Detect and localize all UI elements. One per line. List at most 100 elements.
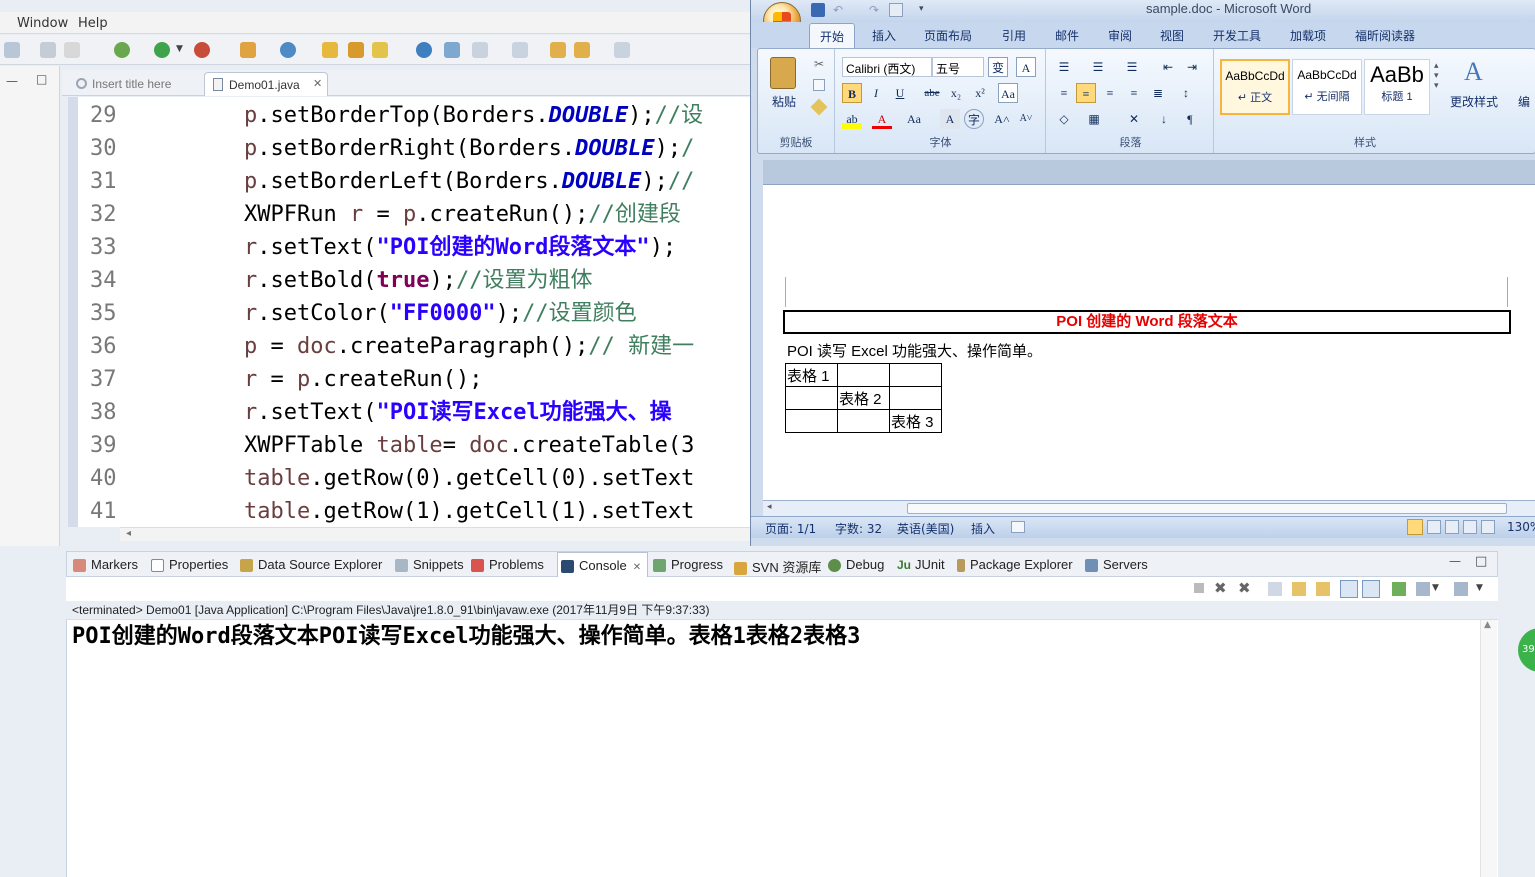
styles-scroll-icon[interactable]: ▴ ▾ ▾ (1434, 61, 1439, 91)
paste-label[interactable]: 粘贴 (772, 93, 796, 110)
code-line[interactable]: r.setText("POI读写Excel功能强大、操 (244, 396, 672, 429)
word-horizontal-scrollbar[interactable]: ◂ (763, 500, 1535, 516)
menu-help[interactable]: Help (78, 16, 108, 31)
red-paragraph[interactable]: POI 创建的 Word 段落文本 (783, 310, 1511, 334)
align-right-icon[interactable]: ≡ (1100, 83, 1120, 103)
grow-font-icon[interactable]: A˄ (992, 109, 1012, 129)
code-line[interactable]: XWPFTable table= doc.createTable(3 (244, 429, 694, 462)
code-line[interactable]: table.getRow(0).getCell(0).setText (244, 462, 694, 495)
line-spacing-icon[interactable]: ↕ (1176, 83, 1196, 103)
redo-icon[interactable]: ↷ (869, 3, 879, 17)
font-name-select[interactable]: Calibri (西文) (842, 57, 932, 77)
numbering-icon[interactable]: ☰ (1088, 57, 1108, 77)
tab-debug[interactable]: Debug (828, 557, 884, 573)
shrink-font-icon[interactable]: A˅ (1016, 109, 1036, 129)
decrease-indent-icon[interactable]: ⇤ (1158, 57, 1178, 77)
table-cell[interactable] (837, 363, 890, 387)
table-cell[interactable] (785, 386, 838, 410)
chinese-layout-icon[interactable]: ✕ (1124, 109, 1144, 129)
globe-icon[interactable] (416, 42, 432, 58)
increase-indent-icon[interactable]: ⇥ (1182, 57, 1202, 77)
back-icon[interactable] (550, 42, 566, 58)
tab-insert-title-here[interactable]: Insert title here (68, 72, 204, 96)
align-center-icon[interactable]: ≡ (1076, 83, 1096, 103)
status-zoom[interactable]: 130% (1507, 520, 1535, 534)
cut-icon[interactable]: ✂ (814, 57, 824, 71)
tab-review[interactable]: 审阅 (1108, 27, 1132, 44)
open-console-dropdown-icon[interactable]: ▼ (1476, 583, 1483, 593)
code-line[interactable]: r.setBold(true);//设置为粗体 (244, 264, 592, 297)
new-class-icon[interactable] (280, 42, 296, 58)
tab-markers[interactable]: Markers (73, 557, 138, 573)
strikethrough-icon[interactable]: abe (922, 83, 942, 103)
change-case-icon[interactable]: Aa (900, 109, 928, 129)
multilevel-list-icon[interactable]: ☰ (1122, 57, 1142, 77)
console-output-area[interactable] (66, 619, 1498, 877)
italic-icon[interactable]: I (866, 83, 886, 103)
second-paragraph[interactable]: POI 读写 Excel 功能强大、操作简单。 (787, 340, 1042, 361)
run-icon[interactable] (154, 42, 170, 58)
enclose-char-icon[interactable]: 字 (964, 109, 984, 129)
page-icon[interactable] (64, 42, 80, 58)
tab-servers[interactable]: Servers (1085, 557, 1148, 573)
code-line[interactable]: p = doc.createParagraph();// 新建一 (244, 330, 694, 363)
show-marks-icon[interactable]: ¶ (1180, 109, 1200, 129)
tab-package-explorer[interactable]: Package Explorer (957, 557, 1073, 573)
bold-icon[interactable]: B (842, 83, 862, 103)
code-editor[interactable]: 29 30 31 32 33 34 35 36 37 38 39 40 41 p.setBorderTo… (68, 97, 758, 527)
sort-icon[interactable]: ↓ (1154, 109, 1174, 129)
tab-properties[interactable]: Properties (151, 557, 228, 573)
display-console-dropdown-icon[interactable]: ▼ (1432, 583, 1439, 593)
console-vertical-scrollbar[interactable]: ▲ (1480, 620, 1497, 877)
table-cell[interactable] (837, 409, 890, 433)
code-line[interactable]: r.setColor("FF0000");//设置颜色 (244, 297, 637, 330)
close-tab-icon[interactable]: ✕ (313, 77, 322, 90)
status-insert-mode[interactable]: 插入 (971, 520, 995, 537)
web-layout-view-icon[interactable] (1445, 520, 1459, 534)
tab-insert[interactable]: 插入 (872, 27, 896, 44)
undo-icon[interactable]: ↶ (833, 3, 843, 17)
shading-icon[interactable]: ◇ (1054, 109, 1074, 129)
minimize-icon[interactable]: — (6, 74, 18, 88)
highlight-icon[interactable]: ab (842, 109, 862, 129)
tab-page-layout[interactable]: 页面布局 (924, 27, 972, 44)
remove-all-icon[interactable]: ✖ (1238, 579, 1251, 597)
code-line[interactable]: table.getRow(1).getCell(1).setText (244, 495, 694, 527)
tab-problems[interactable]: Problems (471, 557, 544, 573)
change-styles-label[interactable]: 更改样式 (1450, 93, 1498, 110)
search-icon[interactable] (372, 42, 388, 58)
macro-record-icon[interactable] (1011, 521, 1025, 533)
char-shading-icon[interactable]: A (940, 109, 960, 129)
bullets-icon[interactable]: ☰ (1054, 57, 1074, 77)
borders-icon[interactable]: ▦ (1084, 109, 1104, 129)
print-layout-view-icon[interactable] (1407, 519, 1423, 535)
clear-format-icon[interactable]: Aa (998, 83, 1018, 103)
document-table[interactable]: 表格 1 表格 2 表格 3 (785, 363, 942, 433)
last-edit-icon[interactable] (512, 42, 528, 58)
editor-horizontal-scrollbar[interactable]: ◂ (120, 527, 760, 541)
outline-view-icon[interactable] (1463, 520, 1477, 534)
open-console-icon[interactable] (1454, 582, 1468, 596)
phonetic-guide-icon[interactable]: 变 (988, 57, 1008, 77)
forward-icon[interactable] (574, 42, 590, 58)
table-cell[interactable] (889, 386, 942, 410)
char-border-icon[interactable]: A (1016, 57, 1036, 77)
print-preview-icon[interactable] (889, 3, 903, 17)
pin-console-icon[interactable] (1392, 582, 1406, 596)
remove-launch-icon[interactable]: ✖ (1214, 579, 1227, 597)
copy-icon[interactable] (813, 79, 825, 91)
table-cell[interactable] (889, 363, 942, 387)
terminate-icon[interactable] (1194, 583, 1204, 593)
style-no-spacing[interactable]: AaBbCcDd ↵ 无间隔 (1292, 59, 1362, 115)
maximize-icon[interactable]: □ (36, 72, 47, 86)
table-cell[interactable]: 表格 2 (837, 386, 890, 410)
style-heading-1[interactable]: AaBb 标题 1 (1364, 59, 1430, 115)
maximize-view-icon[interactable]: □ (1475, 554, 1487, 569)
status-page[interactable]: 页面: 1/1 (765, 520, 816, 537)
customize-qat-icon[interactable]: ▾ (919, 4, 924, 14)
word-wrap-icon[interactable] (1316, 582, 1330, 596)
status-words[interactable]: 字数: 32 (835, 520, 882, 537)
change-styles-icon[interactable]: A (1464, 57, 1483, 87)
display-console-icon[interactable] (1416, 582, 1430, 596)
tab-console[interactable]: Console ✕ (557, 552, 649, 577)
